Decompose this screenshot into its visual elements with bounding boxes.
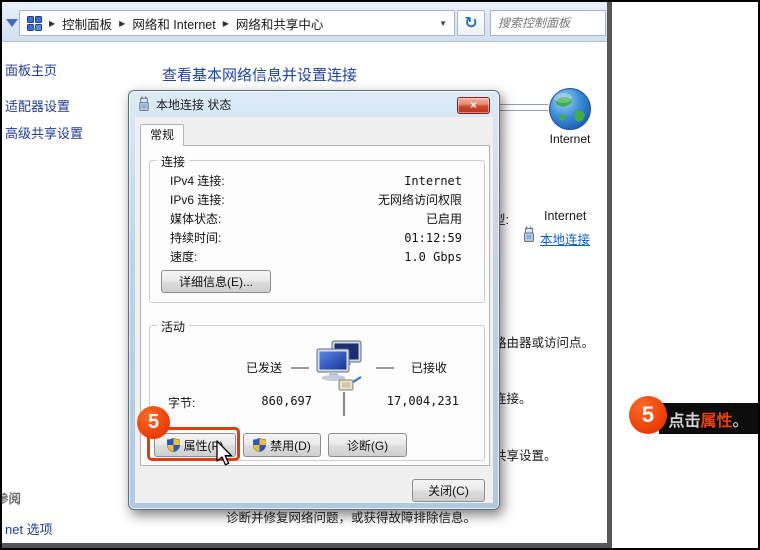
control-panel-icon [27,16,42,31]
local-connection-icon [523,226,535,243]
row-label: IPv6 连接: [170,191,225,208]
diagnose-button[interactable]: 诊断(G) [328,433,407,457]
local-connection-link[interactable]: 本地连接 [540,229,590,248]
address-toolbar: ▶ 控制面板 ▶ 网络和 Internet ▶ 网络和共享中心 ▼ ↻ [2,2,607,42]
sidebar-item-internet-options[interactable]: net 选项 [5,519,53,538]
callout-step-badge: 5 [629,396,667,434]
breadcrumb-separator-icon: ▶ [119,19,125,28]
disable-button[interactable]: 禁用(D) [243,433,321,457]
breadcrumb-item-network-internet[interactable]: 网络和 Internet [132,14,215,33]
search-input[interactable] [491,11,605,35]
activity-group-label: 活动 [157,318,189,335]
dialog-titlebar[interactable]: 本地连接 状态 [129,91,499,117]
row-label: 持续时间: [170,229,221,246]
text-fragment-sharing: 共享设置。 [494,445,557,464]
sidebar-item-advanced-sharing-settings[interactable]: 高级共享设置 [5,123,83,142]
sidebar-item-control-panel-home[interactable]: 面板主页 [5,60,57,79]
page-title: 查看基本网络信息并设置连接 [162,64,357,85]
uac-shield-icon [253,438,266,452]
internet-map-caption: Internet [545,132,595,146]
search-box [490,10,606,36]
diagnose-button-label: 诊断(G) [347,437,388,454]
refresh-button[interactable]: ↻ [457,10,485,36]
breadcrumb-separator-icon: ▶ [223,19,229,28]
address-dropdown-icon[interactable]: ▼ [439,19,447,28]
row-label: 媒体状态: [170,210,221,227]
status-row-duration: 持续时间: 01:12:59 [170,228,462,247]
mouse-cursor-icon [215,440,235,468]
row-value: 已启用 [426,210,462,227]
status-row-speed: 速度: 1.0 Gbps [170,247,462,266]
breadcrumb[interactable]: ▶ 控制面板 ▶ 网络和 Internet ▶ 网络和共享中心 ▼ [19,10,455,36]
network-map-line [499,104,548,111]
breadcrumb-item-network-sharing-center[interactable]: 网络和共享中心 [236,14,324,33]
network-activity-computers-icon [315,340,363,396]
status-row-media-state: 媒体状态: 已启用 [170,209,462,228]
details-button[interactable]: 详细信息(E)... [161,270,271,293]
dialog-title: 本地连接 状态 [156,96,231,113]
received-label: 已接收 [411,359,447,376]
close-button[interactable]: 关闭(C) [412,479,485,502]
connection-groupbox: 连接 IPv4 连接: Internet IPv6 连接: 无网络访问权限 媒体… [149,160,485,303]
activity-divider-line [343,392,345,416]
sidebar-item-change-adapter-settings[interactable]: 适配器设置 [5,96,70,115]
breadcrumb-item-control-panel[interactable]: 控制面板 [62,14,112,33]
internet-globe-icon [548,87,592,131]
callout-text-prefix: 点击 [668,407,700,431]
status-row-ipv4: IPv4 连接: Internet [170,171,462,190]
bytes-received-value: 17,004,231 [359,394,459,408]
explorer-window: ▶ 控制面板 ▶ 网络和 Internet ▶ 网络和共享中心 ▼ ↻ 面板主页… [2,2,612,548]
received-dash [376,367,394,369]
callout-text-highlight: 属性 [700,407,732,431]
row-label: IPv4 连接: [170,172,225,189]
back-dropdown-icon[interactable] [6,19,18,27]
bytes-sent-value: 860,697 [212,394,312,408]
row-value: Internet [404,174,462,188]
general-tab-panel: 连接 IPv4 连接: Internet IPv6 连接: 无网络访问权限 媒体… [140,145,490,466]
step-badge: 5 [137,406,170,439]
sidebar-see-also-heading: 参阅 [2,488,21,507]
refresh-icon: ↻ [464,13,477,33]
connection-group-label: 连接 [157,153,189,170]
row-label: 速度: [170,248,197,265]
sent-dash [291,367,309,369]
row-value: 01:12:59 [404,231,462,245]
bytes-label: 字节: [168,394,195,411]
disable-button-label: 禁用(D) [270,437,311,454]
breadcrumb-separator-icon: ▶ [49,19,55,28]
callout-text-suffix: 。 [733,407,749,431]
tab-general[interactable]: 常规 [140,124,184,146]
status-row-ipv6: IPv6 连接: 无网络访问权限 [170,190,462,209]
dialog-title-icon [138,96,150,112]
text-fragment-router: 路由器或访问点。 [494,332,594,351]
callout-instruction: 点击属性。 [659,403,758,434]
row-value: 无网络访问权限 [378,191,462,208]
close-icon[interactable]: × [457,97,490,114]
sent-label: 已发送 [246,359,282,376]
connection-type-value: Internet [544,209,586,223]
row-value: 1.0 Gbps [404,250,462,264]
